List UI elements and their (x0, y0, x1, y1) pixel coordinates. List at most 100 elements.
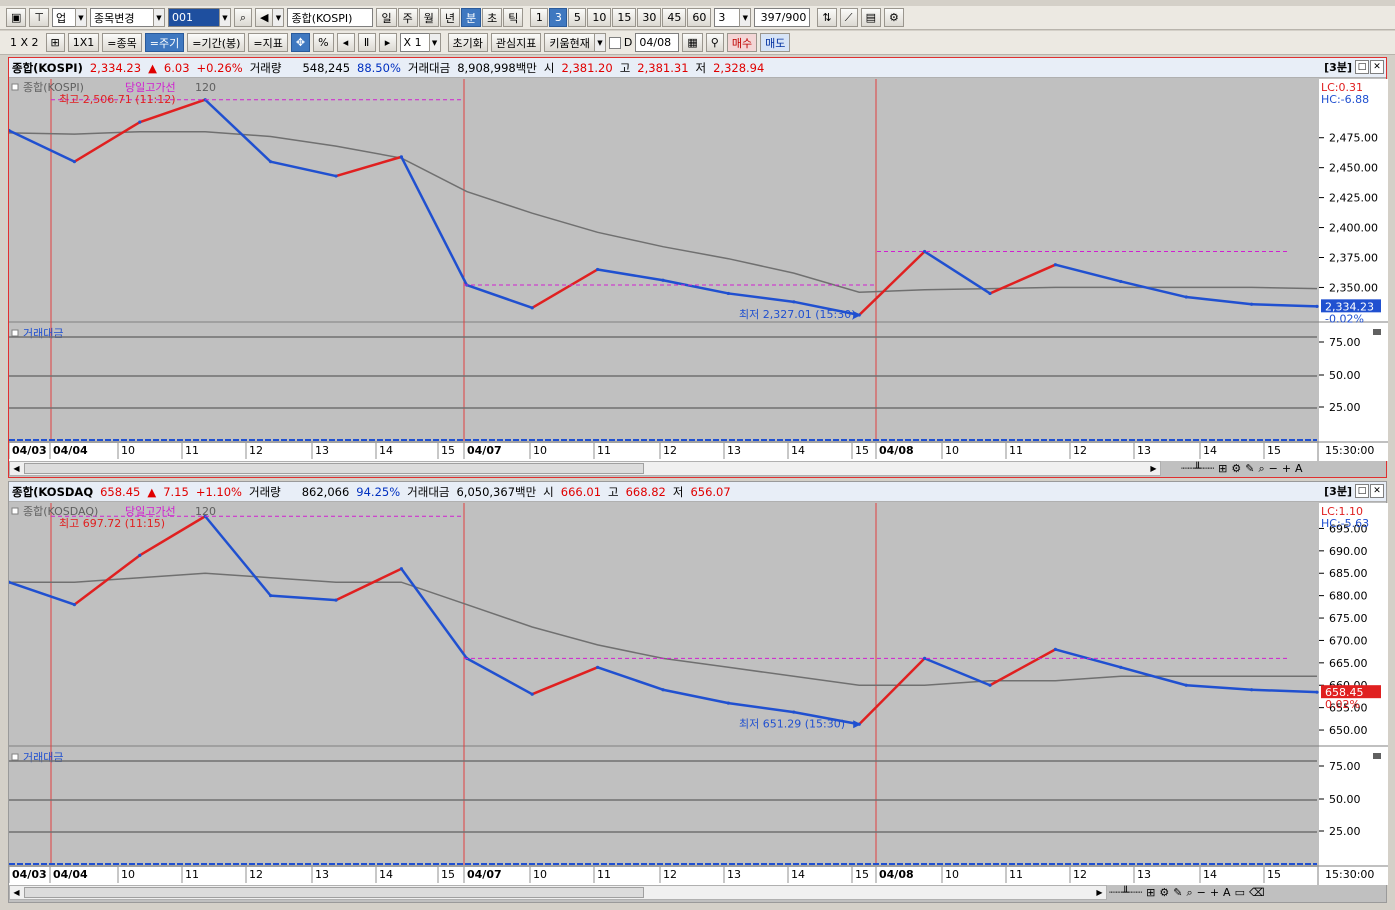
scroll-left-icon[interactable]: ◀ (10, 462, 23, 475)
chart-panel-kospi[interactable]: 종합(KOSPI) 2,334.23 ▲ 6.03 +0.26% 거래량 548… (8, 57, 1388, 478)
tool-icon[interactable]: ⚲ (705, 33, 724, 52)
trend-icon[interactable]: ⟋ (839, 8, 858, 27)
chevron-down-icon[interactable]: ▼ (739, 8, 752, 27)
interest-indicator-button[interactable]: 관심지표 (490, 33, 542, 52)
auto-icon[interactable]: A (1295, 462, 1303, 475)
time-axis-label: 04/08 (879, 444, 914, 457)
horizontal-scrollbar[interactable]: ◀ ▶ (9, 461, 1161, 476)
window-icon[interactable]: ▣ (6, 8, 27, 27)
period-button[interactable]: 초 (482, 8, 503, 27)
chevron-down-icon[interactable]: ▼ (75, 8, 87, 27)
zoom-in-icon[interactable]: ⌕ (1258, 462, 1264, 476)
interval-button[interactable]: 60 (687, 8, 712, 27)
price-point (596, 665, 600, 669)
sync-stock-button[interactable]: =종목 (102, 33, 142, 52)
chart-area[interactable]: 2,475.00 2,450.00 2,425.00 2,400.00 2,375.00… (9, 79, 1388, 461)
maximize-icon[interactable]: □ (1355, 484, 1369, 498)
settings-icon[interactable]: ⚙ (1159, 886, 1169, 899)
code-change-select[interactable]: 종목변경 (90, 8, 154, 27)
period-button[interactable]: 일 (376, 8, 397, 27)
interval-button[interactable]: 3 (549, 8, 568, 27)
period-tag[interactable]: [3분] (1322, 484, 1354, 498)
market-type-select[interactable]: 업 (52, 8, 76, 27)
chevron-down-icon[interactable]: ▼ (428, 33, 441, 52)
date-input[interactable]: 04/08 (635, 33, 680, 52)
pause-icon[interactable]: Ⅱ (357, 33, 376, 52)
chart-panel-kosdaq[interactable]: 종합(KOSDAQ 658.45 ▲ 7.15 +1.10% 거래량 862,0… (8, 481, 1388, 903)
close-icon[interactable]: ✕ (1370, 60, 1384, 74)
one-by-one-button[interactable]: 1X1 (67, 33, 100, 52)
interval-button[interactable]: 10 (587, 8, 612, 27)
period-tag[interactable]: [3분] (1322, 60, 1354, 74)
multiplier-select[interactable]: X 1 (399, 33, 430, 52)
scroll-thumb[interactable] (24, 887, 644, 898)
picture-icon[interactable]: ▭ (1235, 886, 1245, 899)
save-icon[interactable]: ▤ (860, 8, 881, 27)
chevron-down-icon[interactable]: ▼ (272, 8, 285, 27)
zoom-in-icon[interactable]: ⌕ (1186, 886, 1192, 900)
sync-range-button[interactable]: =기간(봉) (187, 33, 246, 52)
next-icon[interactable]: ▸ (378, 33, 397, 52)
minus-icon[interactable]: − (1197, 886, 1206, 899)
eraser-icon[interactable]: ⌫ (1249, 886, 1265, 899)
buy-button[interactable]: 매수 (726, 33, 758, 52)
sell-button[interactable]: 매도 (760, 33, 791, 52)
time-axis-label: 13 (727, 868, 741, 881)
grid-icon[interactable]: ⊞ (45, 33, 65, 52)
chart-area[interactable]: 695.00690.00685.00680.00675.00670.00665.… (9, 503, 1388, 885)
kiwoom-current-button[interactable]: 키움현재 (544, 33, 595, 52)
count-field[interactable]: 397/900 (754, 8, 811, 27)
move-icon[interactable]: ✥ (290, 33, 311, 52)
period-button[interactable]: 분 (460, 8, 482, 27)
scroll-right-icon[interactable]: ▶ (1093, 886, 1106, 899)
d-checkbox[interactable] (608, 36, 621, 49)
zoom-slider[interactable]: ┈┈╨┈┈ (1109, 886, 1142, 899)
reset-button[interactable]: 초기화 (447, 33, 488, 52)
plus-icon[interactable]: + (1210, 886, 1219, 899)
calendar-icon[interactable]: ▦ (682, 33, 703, 52)
maximize-icon[interactable]: □ (1355, 60, 1369, 74)
chevron-down-icon[interactable]: ▼ (153, 8, 165, 27)
settings-icon[interactable]: ⚙ (1231, 462, 1241, 475)
percent-button[interactable]: % (313, 33, 334, 52)
search-icon[interactable]: ⌕ (234, 8, 252, 27)
interval-button[interactable]: 5 (568, 8, 587, 27)
layout-icon[interactable]: ⊞ (1146, 886, 1155, 899)
interval-button[interactable]: 1 (530, 8, 549, 27)
price-tick-label: 2,450.00 (1329, 162, 1378, 175)
prev-icon[interactable]: ◂ (336, 33, 355, 52)
cursor-icon[interactable]: ✎ (1245, 462, 1254, 475)
time-axis-label: 04/03 (12, 444, 47, 457)
period-button[interactable]: 년 (439, 8, 460, 27)
indicator-icon[interactable]: ⇅ (817, 8, 837, 27)
zoom-slider[interactable]: ┈┈╨┈┈ (1181, 462, 1214, 475)
code-input[interactable]: 001 (168, 8, 220, 27)
period-button[interactable]: 주 (397, 8, 418, 27)
minus-icon[interactable]: − (1269, 462, 1278, 475)
period-button[interactable]: 월 (418, 8, 439, 27)
scroll-left-icon[interactable]: ◀ (10, 886, 23, 899)
layout-icon[interactable]: ⊞ (1218, 462, 1227, 475)
speaker-icon[interactable]: ◀ (255, 8, 274, 27)
grid-layout-label[interactable]: 1 X 2 (6, 33, 43, 52)
pin-icon[interactable]: ⊤ (29, 8, 49, 27)
interval-button[interactable]: 30 (637, 8, 662, 27)
interval-button[interactable]: 15 (612, 8, 637, 27)
plus-icon[interactable]: + (1282, 462, 1291, 475)
scroll-thumb[interactable] (24, 463, 644, 474)
sub-tick-label: 75.00 (1329, 336, 1361, 349)
interval-button[interactable]: 45 (662, 8, 687, 27)
sync-indicator-button[interactable]: =지표 (248, 33, 288, 52)
close-icon[interactable]: ✕ (1370, 484, 1384, 498)
cursor-icon[interactable]: ✎ (1173, 886, 1182, 899)
chevron-down-icon[interactable]: ▼ (219, 8, 231, 27)
sync-period-button[interactable]: =주기 (144, 33, 185, 52)
period-button[interactable]: 틱 (503, 8, 524, 27)
chevron-down-icon[interactable]: ▼ (593, 33, 606, 52)
horizontal-scrollbar[interactable]: ◀ ▶ (9, 885, 1107, 900)
interval-select[interactable]: 3 (714, 8, 741, 27)
scroll-right-icon[interactable]: ▶ (1147, 462, 1160, 475)
price-tick-label: 665.00 (1329, 657, 1368, 670)
auto-icon[interactable]: A (1223, 886, 1231, 899)
gear-icon[interactable]: ⚙ (883, 8, 904, 27)
